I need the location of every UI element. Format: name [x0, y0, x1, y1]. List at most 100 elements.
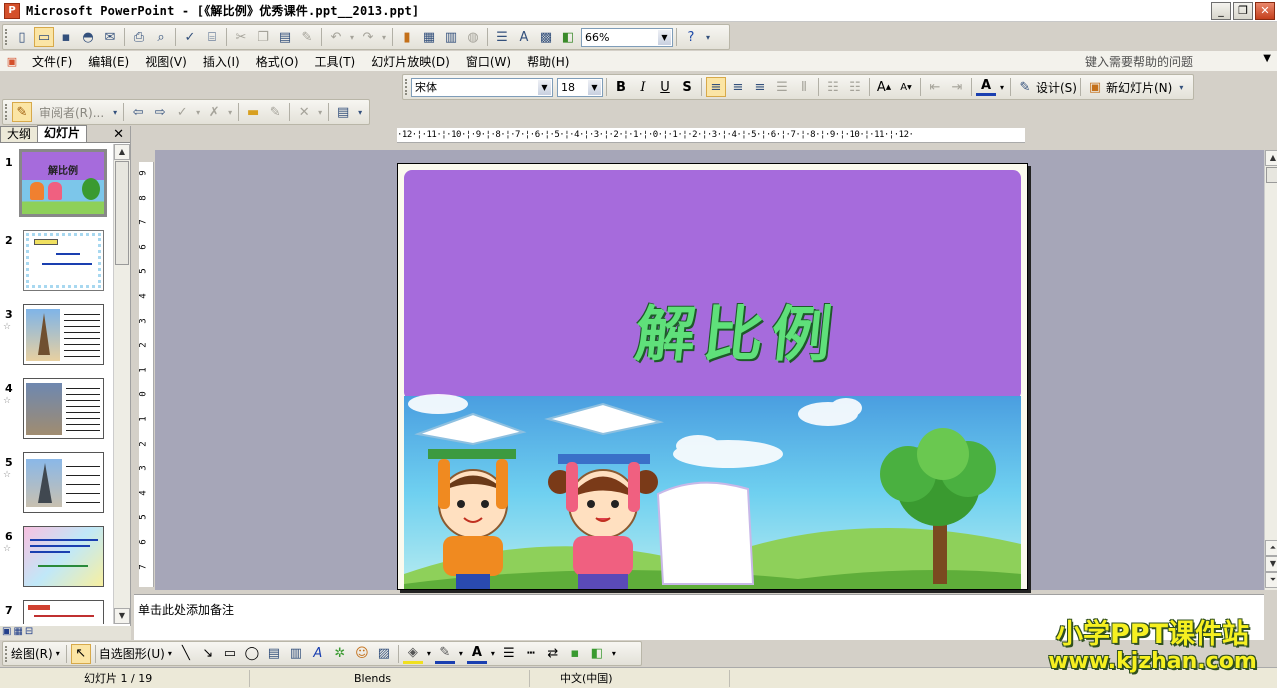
align-right-icon[interactable]: ≡ — [750, 77, 770, 97]
align-center-icon[interactable]: ≡ — [728, 77, 748, 97]
reviewer-dropdown-icon[interactable]: ▾ — [111, 102, 119, 122]
redo-icon[interactable]: ↷ — [358, 27, 378, 47]
save-icon[interactable]: ▪ — [56, 27, 76, 47]
color-grayscale-icon[interactable]: ◧ — [558, 27, 578, 47]
toolbar-options-icon[interactable]: ▾ — [1176, 77, 1186, 97]
menu-file[interactable]: 文件(F) — [24, 53, 80, 70]
distribute-icon[interactable]: ⫴ — [794, 77, 814, 97]
font-color-draw-dropdown-icon[interactable]: ▾ — [489, 644, 497, 664]
autoshapes-button[interactable]: 自选图形(U) — [99, 645, 165, 662]
reviewer-button[interactable]: 审阅者(R)... — [39, 104, 104, 121]
next-item-icon[interactable]: ⇨ — [150, 102, 170, 122]
apply-icon[interactable]: ✓ — [172, 102, 192, 122]
new-icon[interactable]: ▯ — [12, 27, 32, 47]
toolbar-options-icon[interactable]: ▾ — [355, 102, 365, 122]
line-style-icon[interactable]: ☰ — [499, 644, 519, 664]
grid-icon[interactable]: ▩ — [536, 27, 556, 47]
line-color-icon[interactable]: ✎ — [434, 644, 455, 664]
bullets-icon[interactable]: ☷ — [845, 77, 865, 97]
current-slide[interactable]: 解比例 — [397, 163, 1028, 590]
menu-tools[interactable]: 工具(T) — [307, 53, 364, 70]
help-icon[interactable]: ? — [681, 27, 701, 47]
font-color-dropdown-icon[interactable]: ▾ — [998, 77, 1006, 97]
design-button[interactable]: 设计(S) — [1036, 79, 1077, 96]
menu-slideshow[interactable]: 幻灯片放映(D) — [363, 53, 458, 70]
previous-slide-icon[interactable]: ⏶ — [1265, 540, 1277, 556]
permission-icon[interactable]: ◓ — [78, 27, 98, 47]
help-search-input[interactable]: 键入需要帮助的问题 — [1085, 53, 1193, 70]
design-icon[interactable]: ✎ — [1015, 77, 1035, 97]
spelling-icon[interactable]: ✓ — [180, 27, 200, 47]
justify-icon[interactable]: ☰ — [772, 77, 792, 97]
menu-help[interactable]: 帮助(H) — [519, 53, 577, 70]
decrease-font-icon[interactable]: A ▼ — [896, 77, 916, 97]
slide-sorter-icon[interactable]: ▦ — [13, 626, 22, 640]
menu-window[interactable]: 窗口(W) — [458, 53, 519, 70]
wordart-icon[interactable]: A — [308, 644, 328, 664]
new-slide-icon[interactable]: ▣ — [1085, 77, 1105, 97]
increase-indent-icon[interactable]: ⇥ — [947, 77, 967, 97]
bold-button[interactable]: B — [611, 77, 631, 97]
rectangle-icon[interactable]: ▭ — [220, 644, 240, 664]
font-color-icon[interactable]: A — [976, 78, 996, 96]
markup-icon[interactable]: ✎ — [12, 102, 32, 122]
copy-icon[interactable]: ❐ — [253, 27, 273, 47]
delete-comment-icon[interactable]: ✕ — [294, 102, 314, 122]
menu-format[interactable]: 格式(O) — [248, 53, 307, 70]
edit-comment-icon[interactable]: ✎ — [265, 102, 285, 122]
research-icon[interactable]: ⌸ — [202, 27, 222, 47]
slide-thumbnail-6[interactable]: 6 ☆ — [0, 524, 113, 590]
next-slide-icon[interactable]: ⏷ — [1265, 572, 1277, 588]
slide-thumbnail-2[interactable]: 2 — [0, 228, 113, 294]
autoshapes-dropdown-icon[interactable]: ▾ — [166, 644, 174, 664]
line-icon[interactable]: ╲ — [176, 644, 196, 664]
menu-insert[interactable]: 插入(I) — [195, 53, 248, 70]
help-dropdown-icon[interactable]: ▼ — [1263, 53, 1271, 64]
menu-view[interactable]: 视图(V) — [137, 53, 195, 70]
undo-dropdown-icon[interactable]: ▾ — [348, 27, 356, 47]
minimize-button[interactable]: _ — [1211, 2, 1231, 20]
tab-slides[interactable]: 幻灯片 — [37, 125, 88, 142]
scroll-up-icon[interactable]: ▲ — [1265, 150, 1277, 166]
arrow-style-icon[interactable]: ⇄ — [543, 644, 563, 664]
slides-pane-scrollbar[interactable]: ▲ ▼ — [113, 144, 130, 624]
font-color-draw-icon[interactable]: A — [466, 644, 487, 664]
previous-item-icon[interactable]: ⇦ — [128, 102, 148, 122]
scroll-thumb[interactable] — [1266, 167, 1277, 183]
paste-icon[interactable]: ▤ — [275, 27, 295, 47]
insert-comment-icon[interactable]: ▬ — [243, 102, 263, 122]
diagram-icon[interactable]: ✲ — [330, 644, 350, 664]
apply-dropdown-icon[interactable]: ▾ — [194, 102, 202, 122]
picture-icon[interactable]: ▨ — [374, 644, 394, 664]
redo-dropdown-icon[interactable]: ▾ — [380, 27, 388, 47]
slide-thumbnail-4[interactable]: 4 ☆ — [0, 376, 113, 442]
normal-view-icon[interactable]: ▣ — [2, 626, 11, 640]
select-objects-icon[interactable]: ↖ — [70, 643, 91, 664]
slide-thumbnail-5[interactable]: 5 ☆ — [0, 450, 113, 516]
close-button[interactable]: ✕ — [1255, 2, 1275, 20]
scroll-down-icon[interactable]: ▼ — [1265, 556, 1277, 572]
unapply-icon[interactable]: ✗ — [204, 102, 224, 122]
document-icon[interactable]: ▣ — [4, 53, 20, 69]
undo-icon[interactable]: ↶ — [326, 27, 346, 47]
decrease-indent-icon[interactable]: ⇤ — [925, 77, 945, 97]
tables-borders-icon[interactable]: ▥ — [441, 27, 461, 47]
scroll-down-icon[interactable]: ▼ — [114, 608, 130, 624]
print-preview-icon[interactable]: ⌕ — [151, 27, 171, 47]
fill-dropdown-icon[interactable]: ▾ — [425, 644, 433, 664]
shadow-button[interactable]: S — [677, 77, 697, 97]
line-color-dropdown-icon[interactable]: ▾ — [457, 644, 465, 664]
draw-menu-button[interactable]: 绘图(R) — [11, 645, 53, 662]
slide-title[interactable]: 解比例 — [608, 286, 867, 373]
shadow-style-icon[interactable]: ▪ — [565, 644, 585, 664]
oval-icon[interactable]: ◯ — [242, 644, 262, 664]
scroll-up-icon[interactable]: ▲ — [114, 144, 130, 160]
expand-all-icon[interactable]: ☰ — [492, 27, 512, 47]
toolbar-options-icon[interactable]: ▾ — [703, 27, 713, 47]
fill-color-icon[interactable]: ◈ — [402, 644, 423, 664]
delete-dropdown-icon[interactable]: ▾ — [316, 102, 324, 122]
increase-font-icon[interactable]: A ▲ — [874, 77, 894, 97]
restore-button[interactable]: ❐ — [1233, 2, 1253, 20]
insert-table-icon[interactable]: ▦ — [419, 27, 439, 47]
zoom-select[interactable]: 66% ▼ — [581, 27, 673, 47]
